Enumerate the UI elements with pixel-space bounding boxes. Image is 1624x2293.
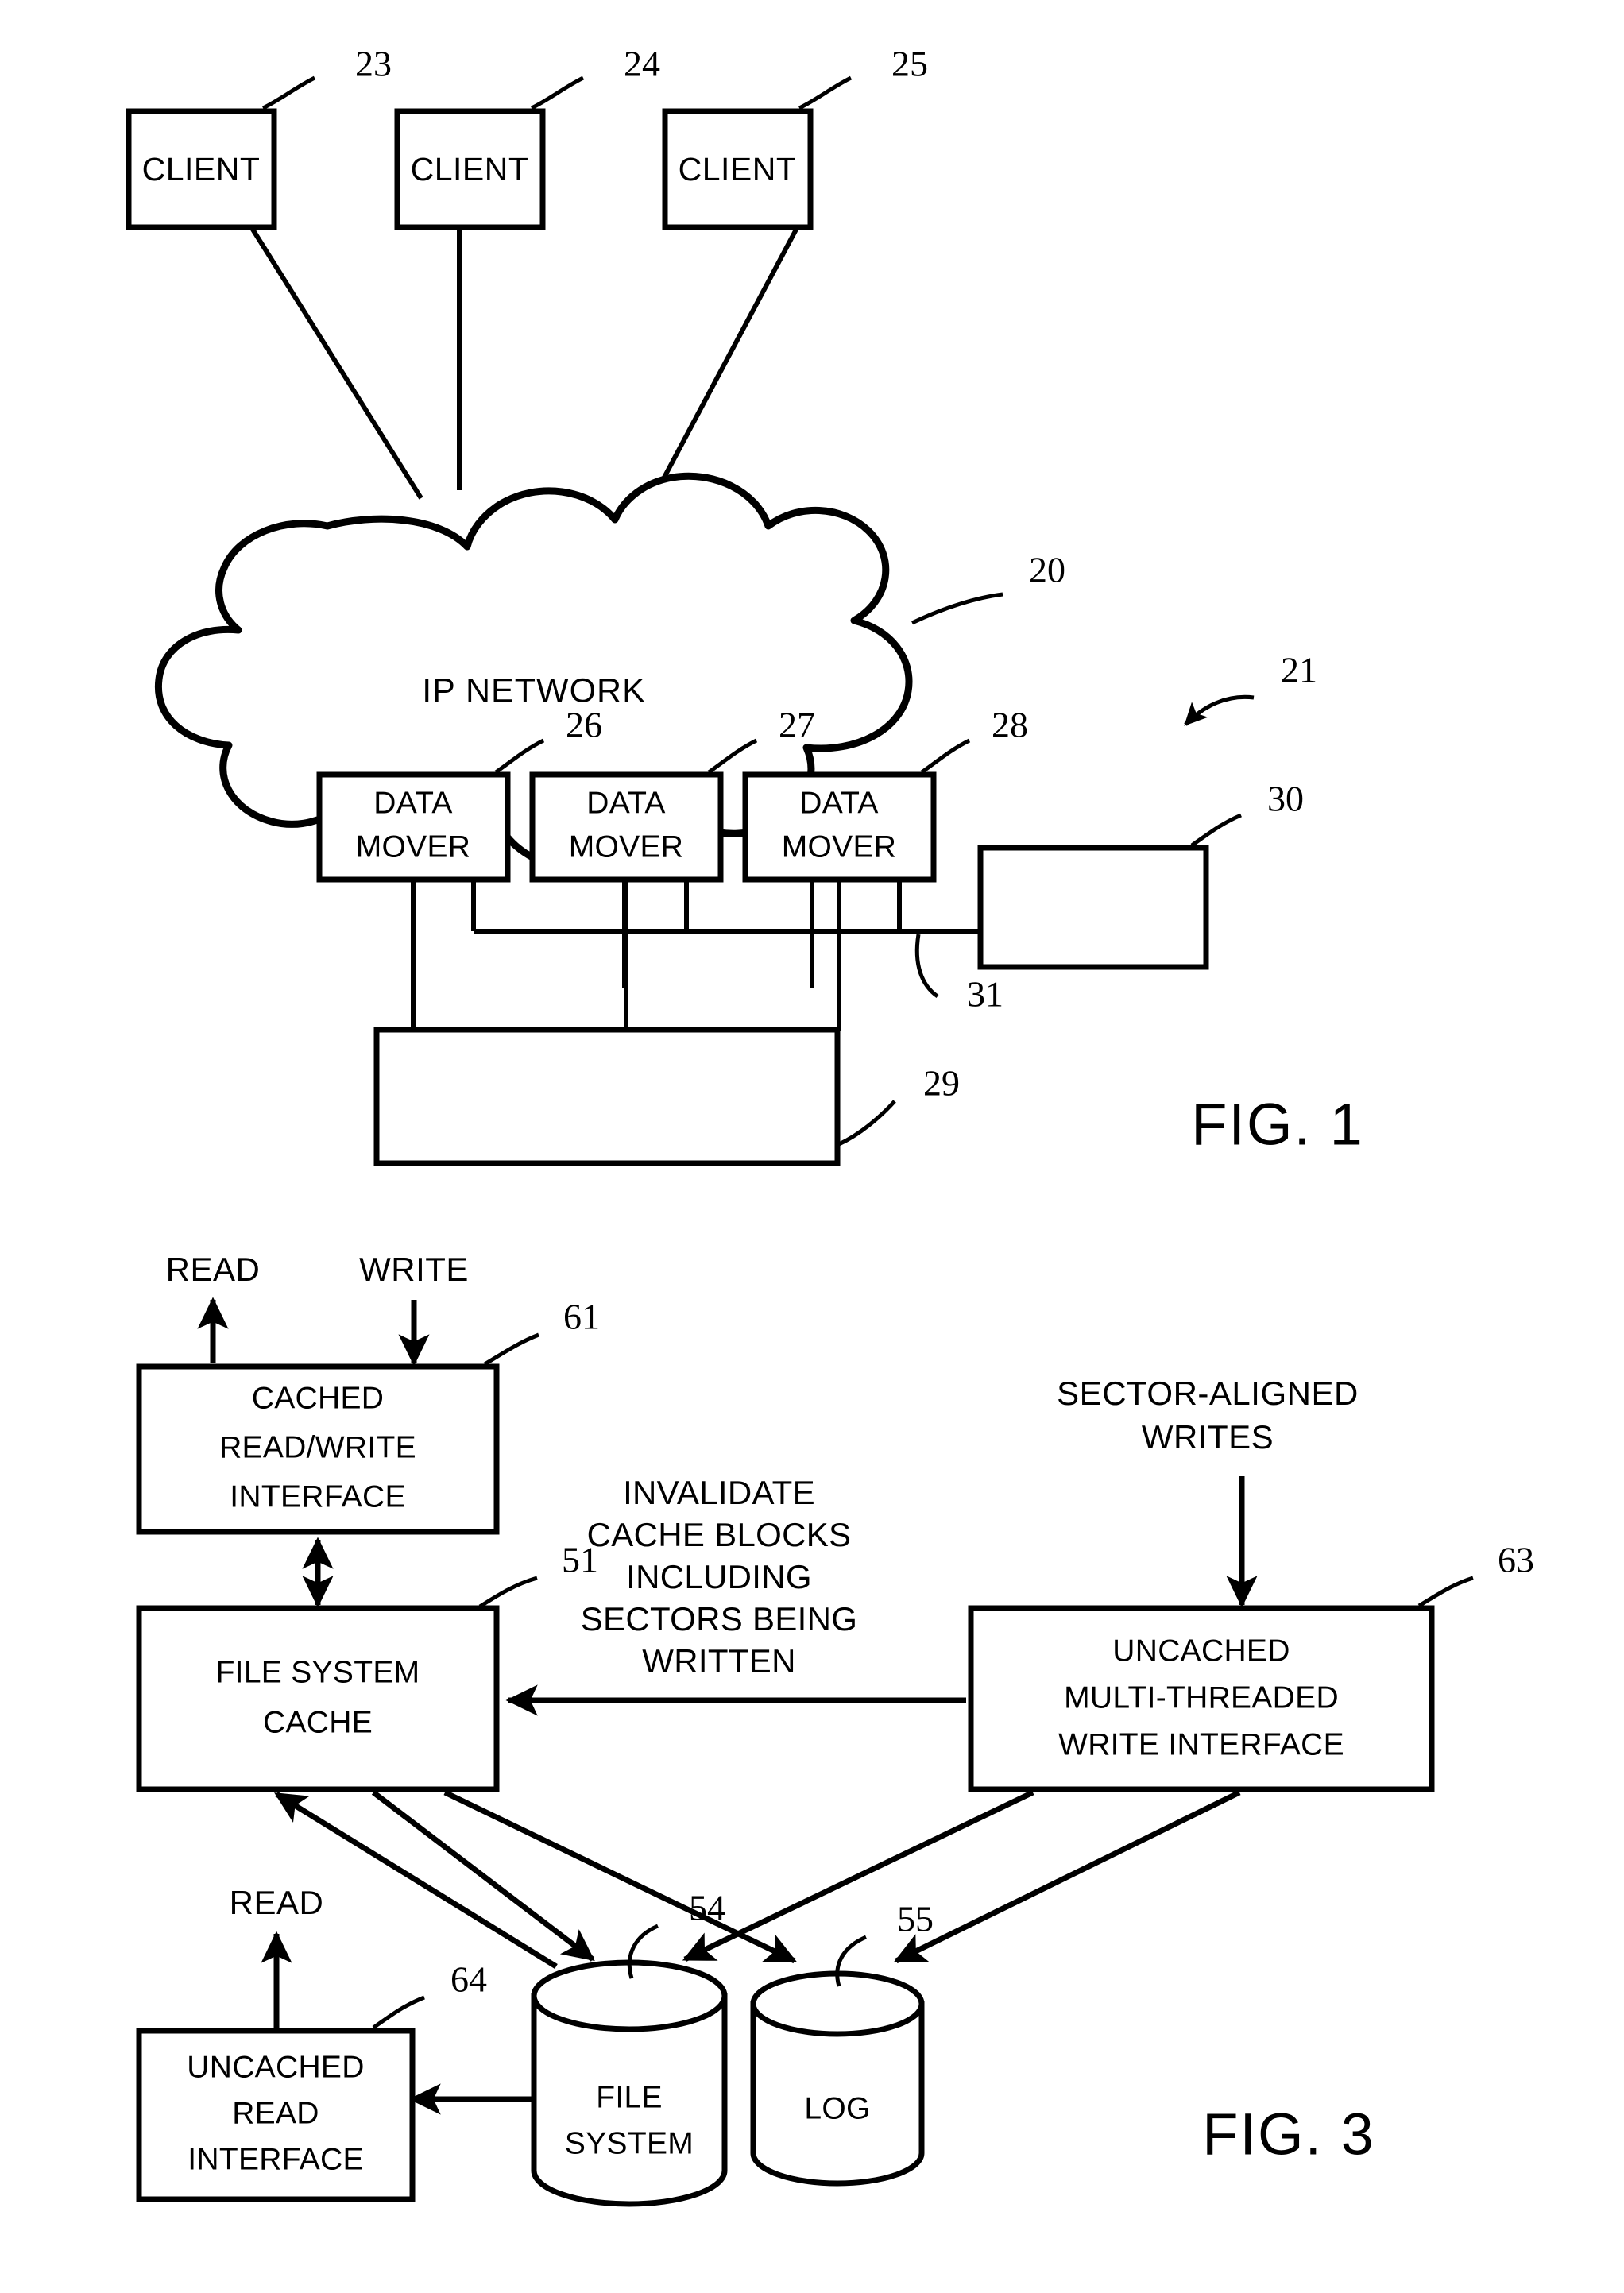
cached-disk-array-box [373, 1027, 841, 1166]
uncached-multithreaded-write-interface-box: UNCACHED MULTI-THREADED WRITE INTERFACE [968, 1605, 1435, 1792]
ref-number-28: 28 [992, 705, 1028, 745]
leader-28 [920, 738, 971, 775]
client-box-25: CLIENT [662, 108, 814, 230]
ip-network-label: IP NETWORK [422, 671, 646, 710]
uncached-mt-write-line3: WRITE INTERFACE [1058, 1727, 1344, 1761]
invalidate-annotation-line3: INCLUDING [626, 1558, 812, 1595]
invalidate-annotation-line4: SECTORS BEING [581, 1600, 858, 1638]
leader-51 [478, 1576, 538, 1609]
client-label-24: CLIENT [411, 151, 529, 188]
data-mover-label-28-line1: DATA [799, 786, 878, 820]
uncached-read-interface-box: UNCACHED READ INTERFACE [136, 2028, 416, 2202]
cached-rw-interface-line3: INTERFACE [230, 1479, 406, 1514]
ref-number-23: 23 [355, 44, 392, 84]
ref-number-64: 64 [450, 1959, 487, 2000]
invalidate-annotation-line5: WRITTEN [642, 1642, 795, 1680]
arrow-write-interface-to-log [893, 1789, 1241, 1964]
file-system-cylinder-line2: SYSTEM [565, 2126, 694, 2160]
ref-number-61: 61 [563, 1297, 600, 1337]
uncached-read-interface-line2: READ [232, 2096, 319, 2130]
link-client25-network [657, 226, 799, 488]
ref-number-31: 31 [967, 974, 1003, 1015]
arrow-write-interface-to-filesystem [682, 1789, 1034, 1962]
leader-21-arrow [1184, 694, 1255, 726]
log-cylinder-line1: LOG [804, 2091, 870, 2125]
leader-63 [1417, 1576, 1474, 1608]
arrow-filesystem-to-cache [274, 1792, 558, 1969]
file-system-cache-line2: CACHE [263, 1705, 373, 1739]
file-system-cache-box: FILE SYSTEM CACHE [136, 1605, 500, 1792]
client-label-25: CLIENT [679, 151, 797, 188]
figure1-caption: FIG. 1 [1191, 1092, 1364, 1158]
invalidate-annotation-line1: INVALIDATE [623, 1474, 815, 1511]
ref-number-25: 25 [891, 44, 928, 84]
link-client23-network [249, 226, 423, 500]
ref-number-54: 54 [689, 1888, 725, 1928]
ref-number-27: 27 [779, 705, 815, 745]
ref-number-26: 26 [566, 705, 602, 745]
leader-31 [914, 934, 939, 999]
ref-number-63: 63 [1498, 1540, 1534, 1580]
data-mover-label-28-line2: MOVER [782, 829, 897, 864]
leader-23 [261, 75, 316, 110]
control-station-box [977, 845, 1209, 970]
read-label-top: READ [166, 1251, 261, 1288]
ref-number-30: 30 [1267, 779, 1304, 819]
uncached-read-interface-line1: UNCACHED [187, 2050, 364, 2084]
ref-number-24: 24 [624, 44, 660, 84]
sector-aligned-writes-line1: SECTOR-ALIGNED [1057, 1375, 1359, 1412]
cached-rw-interface-line2: READ/WRITE [219, 1430, 416, 1464]
ref-number-20: 20 [1029, 550, 1065, 590]
client-box-24: CLIENT [394, 108, 546, 230]
uncached-mt-write-line2: MULTI-THREADED [1064, 1680, 1339, 1715]
data-mover-label-27-line1: DATA [586, 786, 665, 820]
figure3-caption: FIG. 3 [1202, 2102, 1375, 2167]
uncached-read-interface-line3: INTERFACE [188, 2142, 364, 2176]
ref-number-55: 55 [897, 1899, 934, 1939]
leader-64 [372, 1995, 425, 2030]
leader-24 [530, 75, 585, 110]
sector-aligned-writes-line2: WRITES [1142, 1418, 1274, 1456]
ref-number-21: 21 [1281, 650, 1317, 690]
client-box-23: CLIENT [126, 108, 277, 230]
leader-29 [837, 1100, 896, 1146]
patent-figures-svg: CLIENT CLIENT CLIENT 23 24 25 IP NETWORK… [126, 44, 1534, 2207]
leader-61 [483, 1332, 539, 1367]
leader-25 [798, 75, 853, 110]
client-label-23: CLIENT [142, 151, 261, 188]
uncached-mt-write-line1: UNCACHED [1112, 1634, 1290, 1668]
data-mover-label-27-line2: MOVER [569, 829, 684, 864]
cached-rw-interface-line1: CACHED [252, 1381, 384, 1415]
log-cylinder: LOG [750, 1970, 925, 2187]
file-system-cylinder-line1: FILE [596, 2080, 663, 2114]
write-label-top: WRITE [359, 1251, 469, 1288]
file-system-cylinder: FILE SYSTEM [531, 1959, 728, 2207]
patent-drawing-sheet: CLIENT CLIENT CLIENT 23 24 25 IP NETWORK… [0, 0, 1624, 2293]
data-mover-label-26-line2: MOVER [356, 829, 471, 864]
leader-30 [1190, 813, 1242, 848]
read-label-bottom: READ [230, 1884, 324, 1921]
invalidate-annotation-line2: CACHE BLOCKS [587, 1516, 852, 1553]
leader-20 [911, 592, 1003, 625]
data-mover-label-26-line1: DATA [373, 786, 452, 820]
file-system-cache-line1: FILE SYSTEM [216, 1655, 420, 1689]
ref-number-29: 29 [923, 1063, 960, 1104]
arrow-cache-to-log [443, 1789, 798, 1964]
cached-read-write-interface-box: CACHED READ/WRITE INTERFACE [136, 1363, 500, 1535]
